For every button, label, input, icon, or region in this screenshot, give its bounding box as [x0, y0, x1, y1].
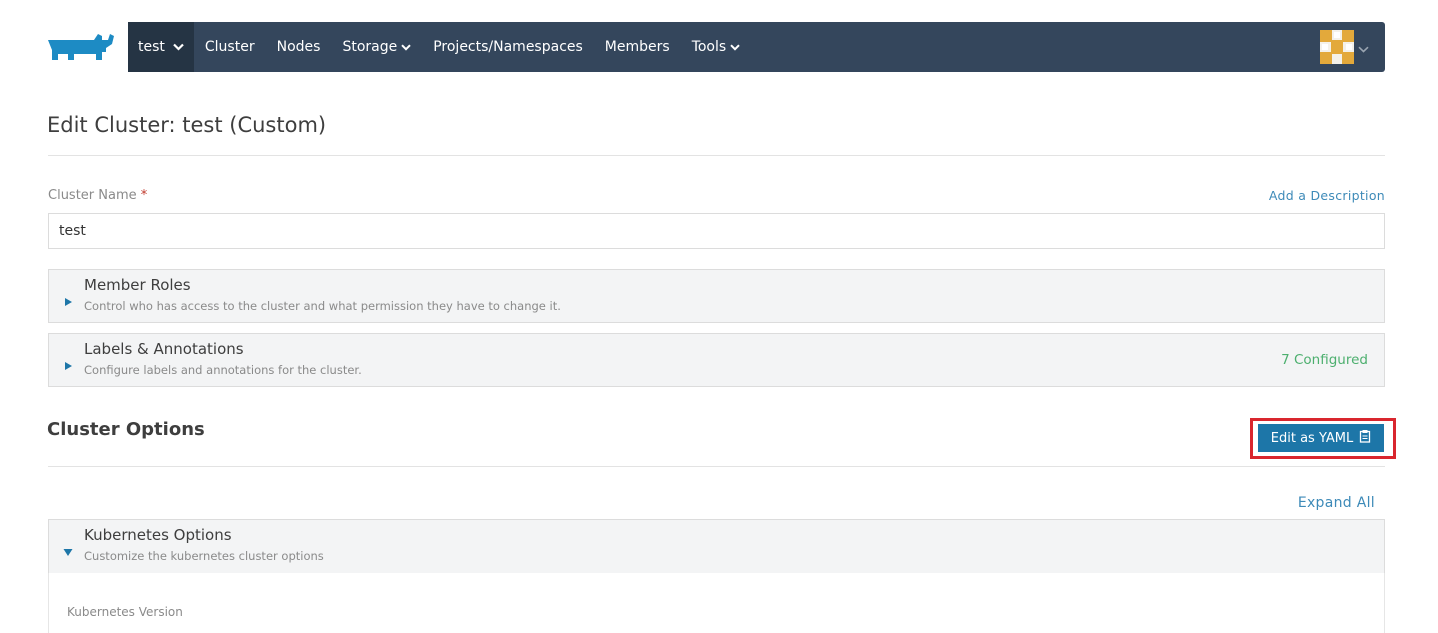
top-navbar: test Cluster Nodes Storage Projects/Name… [128, 22, 1385, 72]
chevron-down-icon [1358, 38, 1369, 57]
panel-title: Kubernetes Options [84, 526, 232, 544]
nav-item-projects-namespaces[interactable]: Projects/Namespaces [422, 22, 594, 72]
configured-status: 7 Configured [1281, 352, 1368, 368]
panel-subtitle: Configure labels and annotations for the… [84, 363, 362, 377]
chevron-down-icon [401, 43, 411, 51]
chevron-down-icon [730, 43, 740, 51]
page-title: Edit Cluster: test (Custom) [47, 113, 327, 137]
required-marker: * [140, 188, 148, 203]
user-menu[interactable] [1320, 30, 1369, 64]
title-divider [48, 155, 1385, 156]
caret-down-icon [63, 542, 73, 556]
kubernetes-version-label: Kubernetes Version [67, 605, 183, 619]
cluster-switcher-label: test [138, 39, 165, 55]
cluster-options-divider [48, 466, 1385, 467]
member-roles-panel[interactable]: Member Roles Control who has access to t… [48, 269, 1385, 323]
chevron-down-icon [173, 43, 184, 51]
panel-title: Labels & Annotations [84, 340, 244, 358]
cluster-name-label: Cluster Name * [48, 188, 148, 203]
expand-all-link[interactable]: Expand All [1298, 495, 1375, 511]
add-description-link[interactable]: Add a Description [1269, 188, 1385, 203]
nav-item-members[interactable]: Members [594, 22, 681, 72]
nav-item-storage[interactable]: Storage [331, 22, 422, 72]
nav-item-cluster[interactable]: Cluster [194, 22, 266, 72]
panel-subtitle: Customize the kubernetes cluster options [84, 549, 324, 563]
labels-annotations-panel[interactable]: Labels & Annotations Configure labels an… [48, 333, 1385, 387]
clipboard-icon [1359, 429, 1371, 447]
nav-item-nodes[interactable]: Nodes [266, 22, 332, 72]
kubernetes-options-panel[interactable]: Kubernetes Options Customize the kuberne… [48, 519, 1385, 573]
rancher-logo-icon[interactable] [46, 30, 118, 66]
kubernetes-options-body: Kubernetes Version [48, 573, 1385, 633]
cluster-switcher[interactable]: test [128, 22, 194, 72]
caret-right-icon [63, 292, 73, 306]
panel-title: Member Roles [84, 276, 191, 294]
nav-item-tools[interactable]: Tools [681, 22, 752, 72]
user-avatar-icon [1320, 30, 1354, 64]
caret-right-icon [63, 356, 73, 370]
edit-as-yaml-button[interactable]: Edit as YAML [1258, 424, 1384, 452]
panel-subtitle: Control who has access to the cluster an… [84, 299, 561, 313]
cluster-options-title: Cluster Options [47, 419, 205, 440]
cluster-name-input[interactable] [48, 213, 1385, 249]
